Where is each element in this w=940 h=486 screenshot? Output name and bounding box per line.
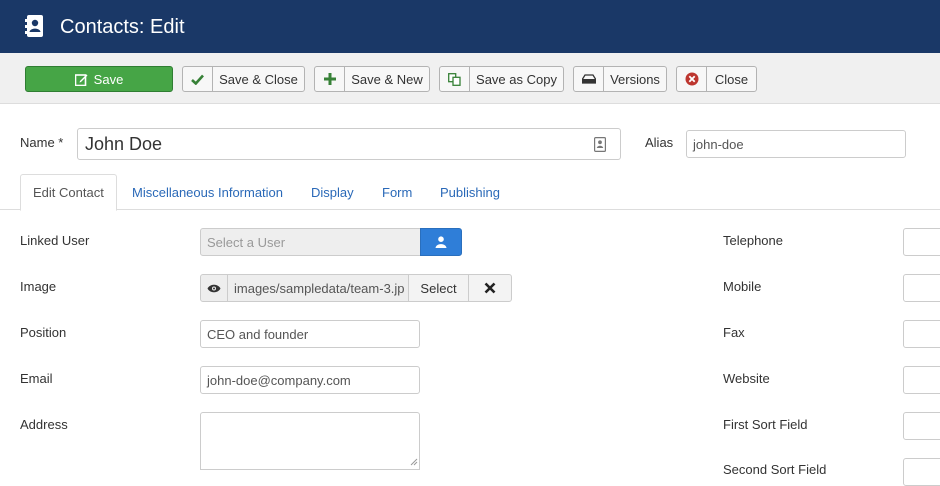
mobile-input[interactable] [903,274,940,302]
close-button[interactable]: Close [676,66,757,92]
linked-user-field[interactable]: Select a User [200,228,421,256]
second-sort-field-label: Second Sort Field [723,462,827,477]
save-new-button[interactable]: Save & New [314,66,430,92]
tab-miscellaneous-information[interactable]: Miscellaneous Information [132,174,283,210]
tab-bar: Edit Contact Miscellaneous Information D… [0,174,940,211]
position-label: Position [20,325,67,340]
versions-button[interactable]: Versions [573,66,667,92]
address-label: Address [20,417,68,432]
save-copy-button[interactable]: Save as Copy [439,66,564,92]
resize-handle-icon[interactable] [410,458,418,466]
user-icon [435,236,447,248]
archive-icon [581,74,596,84]
telephone-input[interactable] [903,228,940,256]
select-user-button[interactable] [420,228,462,256]
linked-user-label: Linked User [20,233,90,248]
website-input[interactable] [903,366,940,394]
save-close-label: Save & Close [219,71,298,87]
tab-display[interactable]: Display [311,174,354,210]
alias-input[interactable]: john-doe [686,130,906,158]
website-label: Website [723,371,770,386]
versions-label: Versions [610,71,660,87]
name-input[interactable]: John Doe [77,128,621,160]
image-preview-button[interactable] [200,274,228,302]
save-label: Save [93,71,124,87]
page-header: Contacts: Edit [0,0,940,53]
position-value: CEO and founder [207,326,309,342]
position-input[interactable]: CEO and founder [200,320,420,348]
image-clear-button[interactable] [468,274,512,302]
second-sort-field-input[interactable] [903,458,940,486]
page-title: Contacts: Edit [60,16,185,38]
close-circle-icon [685,72,698,86]
image-label: Image [20,279,57,294]
tab-form[interactable]: Form [382,174,412,210]
edit-icon [74,73,88,86]
contact-card-icon [594,137,606,152]
image-path-field: images/sampledata/team-3.jp [227,274,409,302]
save-close-button[interactable]: Save & Close [182,66,305,92]
close-icon [484,282,496,294]
name-label: Name * [20,135,64,150]
address-book-icon [25,15,43,37]
telephone-label: Telephone [723,233,783,248]
mobile-label: Mobile [723,279,762,294]
fax-label: Fax [723,325,745,340]
copy-icon [448,72,461,86]
email-value: john-doe@company.com [207,372,351,388]
tab-edit-contact[interactable]: Edit Contact [20,174,117,211]
save-copy-label: Save as Copy [476,71,557,87]
eye-icon [207,284,221,292]
alias-value: john-doe [693,136,744,152]
image-select-button[interactable]: Select [408,274,469,302]
close-label: Close [714,71,749,87]
check-icon [191,74,204,85]
name-value: John Doe [85,133,163,154]
linked-user-placeholder: Select a User [207,234,286,250]
plus-icon [323,73,336,85]
save-button[interactable]: Save [25,66,173,92]
alias-label: Alias [645,135,674,150]
email-input[interactable]: john-doe@company.com [200,366,420,394]
first-sort-field-label: First Sort Field [723,417,808,432]
fax-input[interactable] [903,320,940,348]
first-sort-field-input[interactable] [903,412,940,440]
image-path-value: images/sampledata/team-3.jp [234,280,405,296]
save-new-label: Save & New [351,71,423,87]
email-label: Email [20,371,53,386]
toolbar: Save Save & Close Save & New Save as Cop… [0,53,940,104]
tab-publishing[interactable]: Publishing [440,174,500,210]
address-textarea[interactable] [200,412,420,470]
